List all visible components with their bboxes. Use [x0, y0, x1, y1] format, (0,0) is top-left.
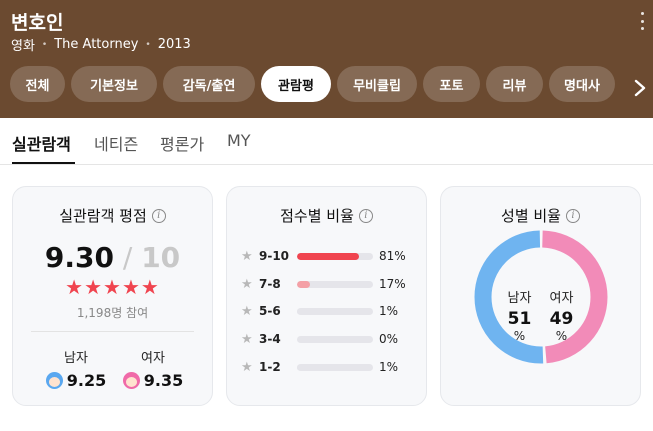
gender-ratio-card: 성별 비율 i 남자 여자 51 49 % % — [440, 186, 641, 406]
rating-source-tabs: 실관람객 네티즌 평론가 MY — [0, 118, 653, 165]
female-label: 여자 — [549, 291, 574, 306]
male-label: 남자 — [64, 351, 88, 366]
tab-director-cast[interactable]: 감독/출연 — [163, 66, 255, 102]
tab-reviews-rating[interactable]: 관람평 — [261, 66, 331, 102]
female-face-icon — [122, 372, 140, 389]
separator-dot: • — [145, 39, 151, 50]
distribution-bar — [297, 252, 373, 260]
distribution-bar-fill — [297, 363, 298, 371]
category-tabs: 전체 기본정보 감독/출연 관람평 무비클립 포토 리뷰 명대사 — [10, 66, 615, 102]
distribution-bar — [297, 335, 373, 343]
star-icon: ★ — [241, 331, 253, 347]
gender-card-title: 성별 비율 i — [441, 205, 640, 226]
score-value: 9.30 — [44, 241, 114, 274]
separator-dot: • — [41, 39, 48, 50]
movie-header: 변호인 영화 • The Attorney • 2013 전체 기본정보 감독/… — [0, 0, 653, 118]
star-rating-icon: ★★★★★ — [65, 275, 160, 299]
tab-all[interactable]: 전체 — [10, 66, 65, 102]
female-ratio-value: 49 — [549, 309, 574, 329]
rating-card: 실관람객 평점 i 9.30 / 10 ★★★★★ 1,198명 참여 남자 9… — [12, 186, 213, 406]
distribution-percent: 17% — [379, 277, 406, 291]
info-icon[interactable]: i — [151, 208, 166, 223]
score-range-label: 7-8 — [259, 277, 281, 291]
male-label: 남자 — [507, 291, 532, 306]
rating-score: 9.30 / 10 — [13, 241, 212, 274]
male-face-icon — [45, 372, 63, 389]
distribution-card-title-text: 점수별 비율 — [280, 207, 354, 225]
star-icon: ★ — [241, 303, 253, 319]
distribution-row: ★ 9-10 81% — [241, 247, 406, 265]
subtab-netizen[interactable]: 네티즌 — [94, 131, 138, 155]
movie-category[interactable]: 영화 — [11, 35, 35, 54]
score-range-label: 5-6 — [259, 304, 281, 318]
tab-basic-info[interactable]: 기본정보 — [71, 66, 157, 102]
gender-card-title-text: 성별 비율 — [501, 207, 561, 225]
movie-english-title: The Attorney — [54, 37, 139, 52]
distribution-bar-fill — [297, 252, 359, 260]
score-range-label: 3-4 — [259, 332, 281, 346]
distribution-percent: 0% — [379, 332, 399, 346]
star-icon: ★ — [241, 248, 253, 264]
distribution-bar — [297, 307, 373, 315]
score-range-label: 9-10 — [259, 249, 290, 263]
movie-meta: 영화 • The Attorney • 2013 — [11, 35, 191, 54]
male-rating: 남자 9.25 — [41, 347, 111, 390]
distribution-bar — [297, 363, 373, 371]
star-icon: ★ — [241, 359, 253, 375]
movie-title[interactable]: 변호인 — [11, 8, 63, 35]
divider — [31, 331, 194, 332]
female-ratio-unit: % — [555, 329, 568, 343]
distribution-bar — [297, 280, 373, 288]
distribution-percent: 1% — [379, 304, 399, 318]
distribution-bar-fill — [297, 307, 298, 315]
subtab-my[interactable]: MY — [227, 131, 251, 150]
female-rating: 여자 9.35 — [118, 347, 188, 390]
distribution-percent: 1% — [379, 360, 399, 374]
distribution-row: ★ 1-2 1% — [241, 358, 398, 376]
male-ratio-unit: % — [513, 329, 526, 343]
tab-quotes[interactable]: 명대사 — [549, 66, 615, 102]
info-icon[interactable]: i — [358, 208, 373, 223]
score-range-label: 1-2 — [259, 360, 281, 374]
more-vertical-icon[interactable] — [640, 12, 644, 30]
star-icon: ★ — [241, 276, 253, 292]
participant-count: 1,198명 참여 — [76, 306, 149, 320]
female-label: 여자 — [141, 351, 165, 366]
male-score: 9.25 — [66, 371, 107, 390]
info-icon[interactable]: i — [565, 208, 580, 223]
rating-card-title: 실관람객 평점 i — [13, 205, 212, 226]
subtab-actual-audience[interactable]: 실관람객 — [12, 131, 71, 155]
score-max: 10 — [141, 241, 181, 274]
distribution-percent: 81% — [379, 249, 406, 263]
score-distribution-card: 점수별 비율 i ★ 9-10 81% ★ 7-8 17% ★ 5-6 1% ★ 3-4 0% ★ 1-2… — [226, 186, 427, 406]
score-slash: / — [122, 241, 133, 274]
distribution-row: ★ 7-8 17% — [241, 275, 406, 293]
active-subtab-indicator — [12, 162, 75, 164]
distribution-row: ★ 5-6 1% — [241, 302, 398, 320]
subtab-critic[interactable]: 평론가 — [160, 131, 204, 155]
tab-review[interactable]: 리뷰 — [486, 66, 543, 102]
male-ratio-value: 51 — [507, 309, 532, 329]
distribution-card-title: 점수별 비율 i — [227, 205, 426, 226]
tab-photo[interactable]: 포토 — [423, 66, 480, 102]
female-score: 9.35 — [143, 371, 184, 390]
chevron-right-icon[interactable] — [633, 78, 647, 98]
distribution-bar-fill — [297, 280, 310, 288]
rating-card-title-text: 실관람객 평점 — [59, 207, 147, 225]
gender-ratio-values: 남자 여자 51 49 % % — [441, 287, 640, 343]
tab-movie-clip[interactable]: 무비클립 — [337, 66, 417, 102]
movie-year: 2013 — [157, 37, 191, 52]
distribution-row: ★ 3-4 0% — [241, 330, 398, 348]
